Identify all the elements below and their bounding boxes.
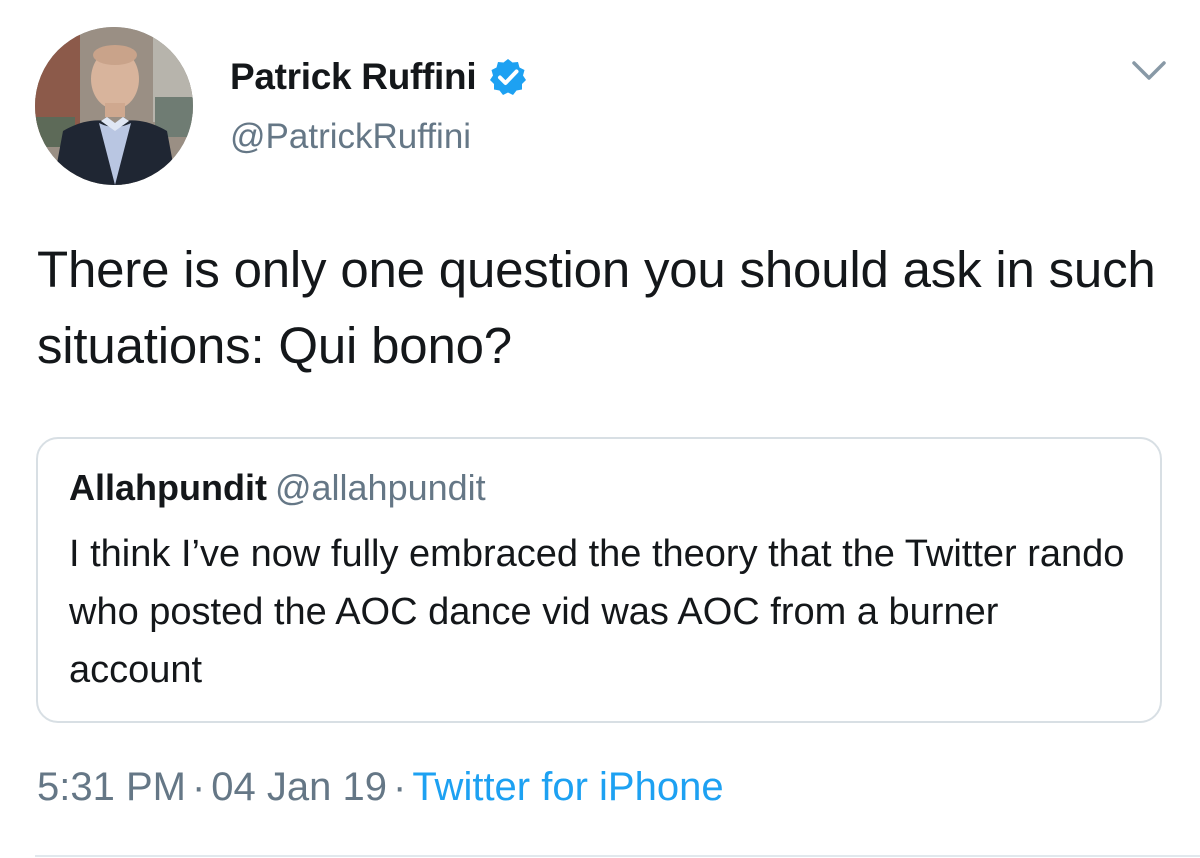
tweet-text: There is only one question you should as… <box>37 241 1156 374</box>
divider <box>35 855 1200 857</box>
avatar[interactable] <box>35 27 193 185</box>
quoted-tweet-handle: @allahpundit <box>274 467 486 508</box>
quoted-tweet-card[interactable]: Allahpundit @allahpundit I think I’ve now… <box>36 437 1162 723</box>
tweet-time: 5:31 PM <box>37 765 186 809</box>
tweet: Patrick Ruffini @PatrickRuffini There is… <box>0 0 1200 858</box>
quoted-tweet-header: Allahpundit @allahpundit <box>69 467 486 509</box>
quoted-tweet-display-name: Allahpundit <box>69 467 267 508</box>
tweet-date: 04 Jan 19 <box>211 765 387 809</box>
tweet-meta: 5:31 PM · 04 Jan 19 · Twitter for iPhone <box>37 765 724 810</box>
author-name-row: Patrick Ruffini <box>230 52 528 102</box>
meta-separator: · <box>191 765 206 809</box>
profile-photo-icon <box>35 27 193 185</box>
tweet-source-link[interactable]: Twitter for iPhone <box>412 765 723 809</box>
verified-badge-icon <box>488 57 528 97</box>
author-display-name[interactable]: Patrick Ruffini <box>230 56 477 98</box>
quoted-tweet-text: I think I’ve now fully embraced the theo… <box>69 533 1125 691</box>
meta-separator: · <box>393 765 407 809</box>
author-handle[interactable]: @PatrickRuffini <box>230 117 471 157</box>
chevron-down-icon[interactable] <box>1130 58 1168 84</box>
